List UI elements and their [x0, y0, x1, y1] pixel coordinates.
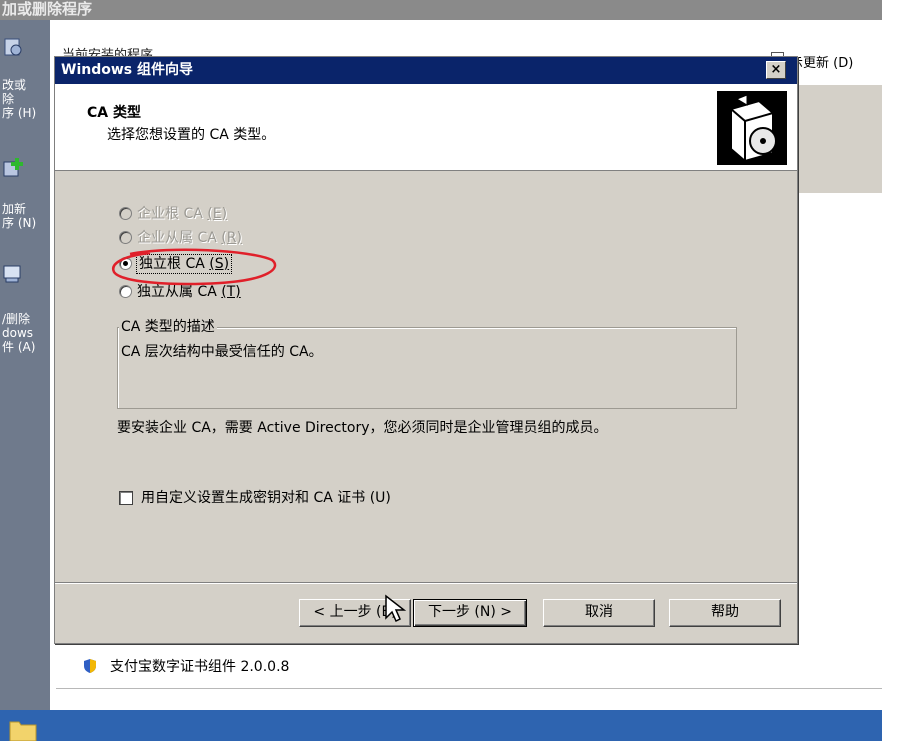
radio-label: 企业根 CA (E): [137, 206, 228, 222]
radio-button[interactable]: [119, 231, 132, 244]
mouse-cursor-icon: [385, 594, 407, 623]
radio-label: 独立从属 CA (T): [137, 284, 241, 300]
installed-program-item[interactable]: 支付宝数字证书组件 2.0.0.8: [110, 656, 289, 676]
dialog-title: Windows 组件向导: [55, 57, 797, 84]
sidebar-item-change-remove[interactable]: 改或 除 序 (H): [0, 78, 50, 120]
add-new-programs-icon: [3, 158, 23, 177]
next-button[interactable]: 下一步 (N) >: [413, 599, 527, 627]
button-separator: [55, 582, 797, 584]
background-right-area: [882, 0, 919, 741]
description-text: CA 层次结构中最受信任的 CA。: [121, 344, 323, 360]
folder-icon[interactable]: [8, 716, 38, 741]
wizard-header: CA 类型 选择您想设置的 CA 类型。: [55, 84, 797, 171]
page-title: CA 类型: [87, 105, 141, 121]
sidebar-item-windows-components[interactable]: /删除 dows 件 (A): [0, 312, 50, 354]
windows-components-icon: [3, 265, 21, 283]
cancel-button[interactable]: 取消: [543, 599, 655, 627]
taskbar: [0, 710, 882, 741]
divider: [56, 688, 882, 689]
software-box-cd-icon: [717, 91, 787, 165]
shield-icon: [84, 659, 96, 673]
windows-components-wizard: Windows 组件向导 × CA 类型 选择您想设置的 CA 类型。 企业根 …: [54, 56, 798, 644]
background-window-title: 加或删除程序: [0, 0, 882, 20]
radio-button[interactable]: [119, 207, 132, 220]
radio-label: 企业从属 CA (R): [137, 230, 242, 246]
radio-label: 独立根 CA (S): [135, 254, 233, 274]
radio-button-selected[interactable]: [119, 257, 132, 270]
help-button[interactable]: 帮助: [669, 599, 781, 627]
background-sidebar: [0, 20, 50, 710]
radio-button[interactable]: [119, 285, 132, 298]
close-button[interactable]: ×: [766, 61, 786, 79]
description-group: [117, 327, 737, 409]
checkbox[interactable]: [119, 491, 133, 505]
change-remove-programs-icon: [4, 38, 22, 56]
sidebar-item-add-new[interactable]: 加新 序 (N): [0, 202, 50, 230]
checkbox-label: 用自定义设置生成密钥对和 CA 证书 (U): [141, 490, 391, 506]
show-updates-label: 示更新 (D): [790, 56, 854, 71]
enterprise-ca-note: 要安装企业 CA，需要 Active Directory，您必须同时是企业管理员…: [117, 420, 608, 436]
page-subtitle: 选择您想设置的 CA 类型。: [107, 127, 276, 143]
description-group-title: CA 类型的描述: [119, 319, 217, 335]
